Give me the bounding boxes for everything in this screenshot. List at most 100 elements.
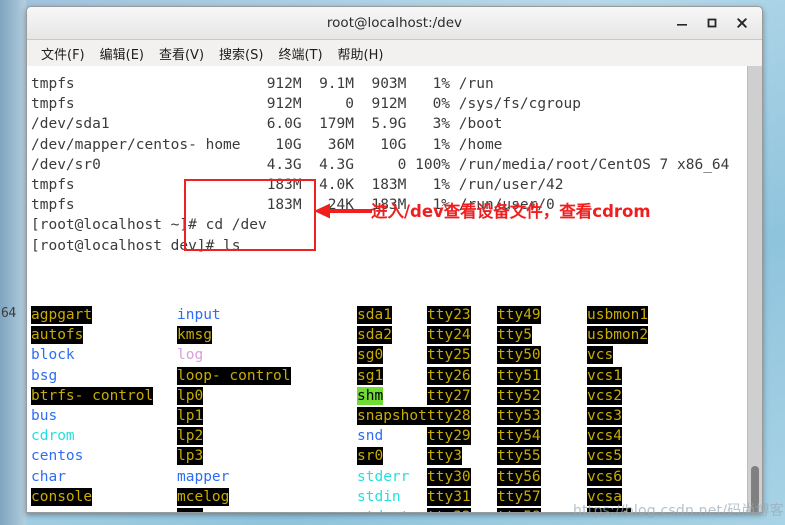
ls-entry-label: tty5: [497, 326, 532, 345]
ls-entry-label: lp2: [177, 427, 204, 446]
ls-entry-label: shm: [357, 386, 384, 405]
ls-entry-label: tty53: [497, 406, 541, 425]
ls-entry-label: tty28: [427, 406, 471, 425]
close-icon[interactable]: [728, 10, 756, 36]
menu-search[interactable]: 搜索(S): [212, 41, 270, 66]
ls-entry: mcelog: [177, 487, 334, 507]
ls-entry: shm: [357, 386, 427, 406]
ls-column: usbmon1 usbmon2 vcs vcs1 vcs2 vcs3 vcs4 vcs5 vcs…: [587, 305, 649, 512]
ls-entry-label: tty50: [497, 346, 541, 365]
ls-entry: vcs1: [587, 366, 648, 386]
ls-entry: sr0: [357, 446, 427, 466]
ls-entry-label: kmsg: [177, 326, 212, 345]
ls-entry: tty29: [427, 426, 471, 446]
ls-entry-label: sda2: [357, 326, 392, 345]
ls-entry: tty3: [427, 446, 471, 466]
ls-column: tty49 tty5 tty50 tty51 tty52 tty53 tty54 tty55 t…: [497, 305, 541, 512]
ls-entry: snapshot: [357, 406, 427, 426]
ls-entry-label: sg0: [357, 346, 384, 365]
ls-entry-label: vcs1: [587, 366, 622, 385]
ls-entry-label: log: [177, 347, 204, 364]
ls-entry-label: usbmon2: [587, 326, 649, 345]
ls-entry-label: loop- control: [177, 366, 291, 385]
ls-entry: tty30: [427, 467, 471, 487]
ls-entry: cdrom: [31, 426, 162, 446]
df-row: /dev/mapper/centos- home 10G 36M 10G 1% …: [31, 136, 503, 153]
ls-entry: sda1: [357, 305, 427, 325]
watermark-text: https://blog.csdn.net/码尚博客: [573, 503, 784, 519]
ls-entry-label: agpgart: [31, 306, 93, 324]
ls-entry-label: tty56: [497, 467, 541, 486]
ls-entry-label: lp1: [177, 406, 204, 425]
ls-entry-label: vcs: [587, 346, 614, 365]
ls-entry-label: tty3: [427, 447, 462, 466]
ls-entry: lp2: [177, 426, 334, 446]
ls-entry-label: mapper: [177, 468, 230, 485]
df-row: tmpfs 912M 0 912M 0% /sys/fs/cgroup: [31, 96, 581, 113]
ls-entry: sda2: [357, 325, 427, 345]
ls-entry-label: tty51: [497, 366, 541, 385]
ls-entry: lp1: [177, 406, 334, 426]
ls-entry-label: tty54: [497, 427, 541, 446]
ls-entry-label: sda1: [357, 306, 392, 324]
ls-entry-label: tty27: [427, 386, 471, 405]
ls-entry: console: [31, 487, 162, 507]
ls-entry-label: tty49: [497, 306, 541, 324]
ls-entry-label: bus: [31, 407, 58, 424]
terminal-window[interactable]: root@localhost:/dev 文件(F) 编辑(E) 查看(V) 搜索…: [26, 6, 763, 513]
ls-entry-label: mem: [177, 507, 204, 512]
background-window-text-fragment: 64: [1, 306, 16, 321]
ls-entry-label: stderr: [357, 468, 410, 485]
ls-entry-label: snd: [357, 428, 384, 445]
maximize-icon[interactable]: [698, 10, 726, 36]
terminal-body[interactable]: tmpfs 912M 9.1M 903M 1% /run tmpfs 912M …: [27, 66, 762, 512]
window-controls: [668, 7, 756, 39]
ls-entry: input: [177, 305, 334, 325]
ls-entry-label: usbmon1: [587, 306, 649, 324]
annotation-text: 进入/dev查看设备文件，查看cdrom: [371, 202, 651, 221]
ls-entry: lp0: [177, 386, 334, 406]
ls-entry-label: sg1: [357, 366, 384, 385]
shell-prompt-line: [root@localhost dev]# ls: [31, 237, 241, 254]
menu-edit[interactable]: 编辑(E): [93, 41, 151, 66]
ls-entry-label: console: [31, 487, 93, 506]
ls-entry: kmsg: [177, 325, 334, 345]
ls-entry-label: tty26: [427, 366, 471, 385]
ls-entry: lp3: [177, 446, 334, 466]
ls-entry-label: autofs: [31, 326, 84, 345]
ls-entry-label: mcelog: [177, 487, 230, 506]
ls-entry-label: tty23: [427, 306, 471, 324]
ls-entry: sg1: [357, 366, 427, 386]
ls-entry-label: tty29: [427, 427, 471, 446]
ls-column: sda1 sda2 sg0 sg1 shm snapshot snd sr0 stderr std…: [357, 305, 427, 512]
ls-entry: btrfs- control: [31, 386, 162, 406]
ls-entry: bus: [31, 406, 162, 426]
minimize-icon[interactable]: [668, 10, 696, 36]
ls-entry: vcs3: [587, 406, 648, 426]
ls-column: input kmsg log loop- control lp0 lp1 lp2 lp3 map…: [177, 305, 334, 512]
ls-entry-label: tty58: [497, 507, 541, 512]
title-bar[interactable]: root@localhost:/dev: [27, 7, 762, 40]
background-window[interactable]: 64: [0, 0, 26, 525]
terminal-scrollbar[interactable]: [747, 66, 762, 512]
menu-file[interactable]: 文件(F): [34, 41, 92, 66]
ls-entry: vcs2: [587, 386, 648, 406]
ls-entry-label: block: [31, 347, 75, 364]
ls-entry-label: sr0: [357, 447, 384, 466]
ls-entry-label: btrfs- control: [31, 386, 154, 405]
ls-entry: usbmon2: [587, 325, 649, 345]
menu-terminal[interactable]: 终端(T): [271, 41, 329, 66]
ls-entry: snd: [357, 426, 427, 446]
ls-entry-label: vcs5: [587, 447, 622, 466]
ls-entry: vcs: [587, 345, 648, 365]
ls-entry: tty27: [427, 386, 471, 406]
ls-entry: bsg: [31, 366, 162, 386]
ls-entry: log: [177, 345, 334, 365]
ls-entry: tty25: [427, 345, 471, 365]
df-row: tmpfs 183M 4.0K 183M 1% /run/user/42: [31, 176, 564, 193]
ls-entry: vcs5: [587, 446, 648, 466]
menu-view[interactable]: 查看(V): [152, 41, 211, 66]
menu-help[interactable]: 帮助(H): [331, 41, 391, 66]
ls-entry: tty52: [497, 386, 541, 406]
df-row: tmpfs 912M 9.1M 903M 1% /run: [31, 76, 494, 92]
